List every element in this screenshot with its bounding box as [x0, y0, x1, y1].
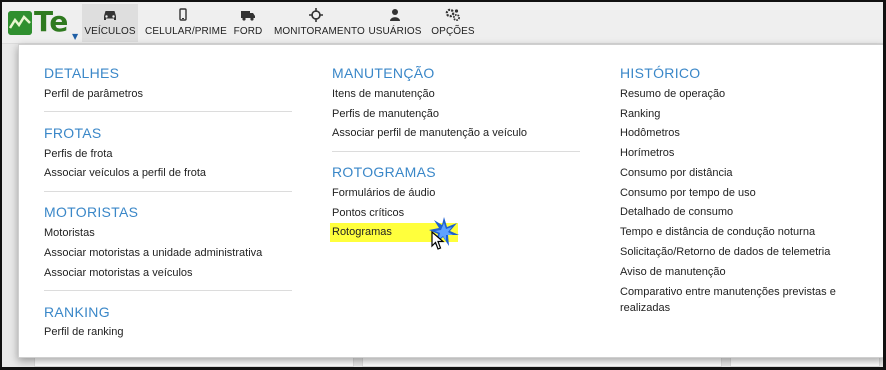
section-title-rotogramas: ROTOGRAMAS — [332, 164, 436, 180]
link-detalhado-de-consumo[interactable]: Detalhado de consumo — [620, 206, 733, 218]
gears-icon — [430, 8, 476, 24]
link-perfis-de-frota[interactable]: Perfis de frota — [44, 148, 112, 160]
nav-monitoramento-label: MONITORAMENTO — [274, 26, 365, 37]
link-motoristas[interactable]: Motoristas — [44, 227, 95, 239]
nav-veiculos-label: VEÍCULOS — [84, 26, 136, 37]
divider — [332, 151, 580, 152]
link-hodometros[interactable]: Hodômetros — [620, 127, 680, 139]
section-title-historico: HISTÓRICO — [620, 65, 701, 81]
link-comparativo-manutencoes[interactable]: Comparativo entre manutenções previstas … — [620, 286, 836, 298]
link-associar-motoristas-unidade[interactable]: Associar motoristas a unidade administra… — [44, 247, 262, 259]
link-pontos-criticos[interactable]: Pontos críticos — [332, 207, 404, 219]
logo-mark-icon — [8, 11, 32, 35]
link-tempo-distancia-noturna[interactable]: Tempo e distância de condução noturna — [620, 226, 815, 238]
link-perfis-de-manutencao[interactable]: Perfis de manutenção — [332, 108, 439, 120]
crosshair-icon — [274, 8, 358, 24]
link-resumo-de-operacao[interactable]: Resumo de operação — [620, 88, 725, 100]
truck-icon — [230, 8, 266, 24]
section-title-ranking: RANKING — [44, 304, 110, 320]
nav-celular-prime-label: CELULAR/PRIME — [145, 26, 227, 37]
link-perfil-de-ranking[interactable]: Perfil de ranking — [44, 326, 124, 338]
nav-opcoes-label: OPÇÕES — [431, 26, 475, 37]
user-icon — [368, 8, 422, 24]
nav-ford-label: FORD — [233, 26, 263, 37]
divider — [44, 191, 292, 192]
link-horimetros[interactable]: Horímetros — [620, 147, 674, 159]
nav-ford[interactable]: FORD — [230, 8, 266, 42]
app-logo[interactable]: Te ▼ — [6, 5, 78, 41]
link-ranking[interactable]: Ranking — [620, 108, 660, 120]
car-icon — [82, 8, 138, 24]
mouse-cursor-icon — [431, 231, 445, 250]
link-itens-de-manutencao[interactable]: Itens de manutenção — [332, 88, 435, 100]
link-consumo-por-tempo-de-uso[interactable]: Consumo por tempo de uso — [620, 187, 756, 199]
nav-usuarios[interactable]: USUÁRIOS — [368, 8, 422, 42]
nav-veiculos[interactable]: VEÍCULOS — [82, 4, 138, 42]
link-associar-motoristas-veiculos[interactable]: Associar motoristas a veículos — [44, 267, 193, 279]
app-window: Te ▼ VEÍCULOS CELULAR/PRIME FORD MONITOR… — [0, 0, 886, 370]
mobile-icon — [145, 8, 221, 24]
link-aviso-de-manutencao[interactable]: Aviso de manutenção — [620, 266, 726, 278]
top-navbar: Te ▼ VEÍCULOS CELULAR/PRIME FORD MONITOR… — [2, 2, 883, 44]
link-perfil-de-parametros[interactable]: Perfil de parâmetros — [44, 88, 143, 100]
link-associar-perfil-manutencao[interactable]: Associar perfil de manutenção a veículo — [332, 127, 527, 139]
logo-caret-icon[interactable]: ▼ — [72, 32, 78, 41]
link-associar-veiculos-frota[interactable]: Associar veículos a perfil de frota — [44, 167, 206, 179]
section-title-motoristas: MOTORISTAS — [44, 204, 139, 220]
link-formularios-de-audio[interactable]: Formulários de áudio — [332, 187, 435, 199]
section-title-manutencao: MANUTENÇÃO — [332, 65, 435, 81]
vehicles-mega-menu: DETALHES Perfil de parâmetros FROTAS Per… — [18, 44, 883, 358]
divider — [44, 111, 292, 112]
section-title-frotas: FROTAS — [44, 125, 102, 141]
divider — [44, 290, 292, 291]
section-title-detalhes: DETALHES — [44, 65, 120, 81]
link-consumo-por-distancia[interactable]: Consumo por distância — [620, 167, 733, 179]
link-rotogramas[interactable]: Rotogramas — [332, 226, 392, 238]
nav-usuarios-label: USUÁRIOS — [368, 26, 422, 37]
nav-monitoramento[interactable]: MONITORAMENTO — [274, 8, 365, 42]
nav-opcoes[interactable]: OPÇÕES — [430, 8, 476, 42]
link-comparativo-manutencoes-cont[interactable]: realizadas — [620, 302, 670, 314]
link-telemetria[interactable]: Solicitação/Retorno de dados de telemetr… — [620, 246, 830, 258]
nav-celular-prime[interactable]: CELULAR/PRIME — [145, 8, 227, 42]
logo-text: Te — [34, 5, 69, 38]
